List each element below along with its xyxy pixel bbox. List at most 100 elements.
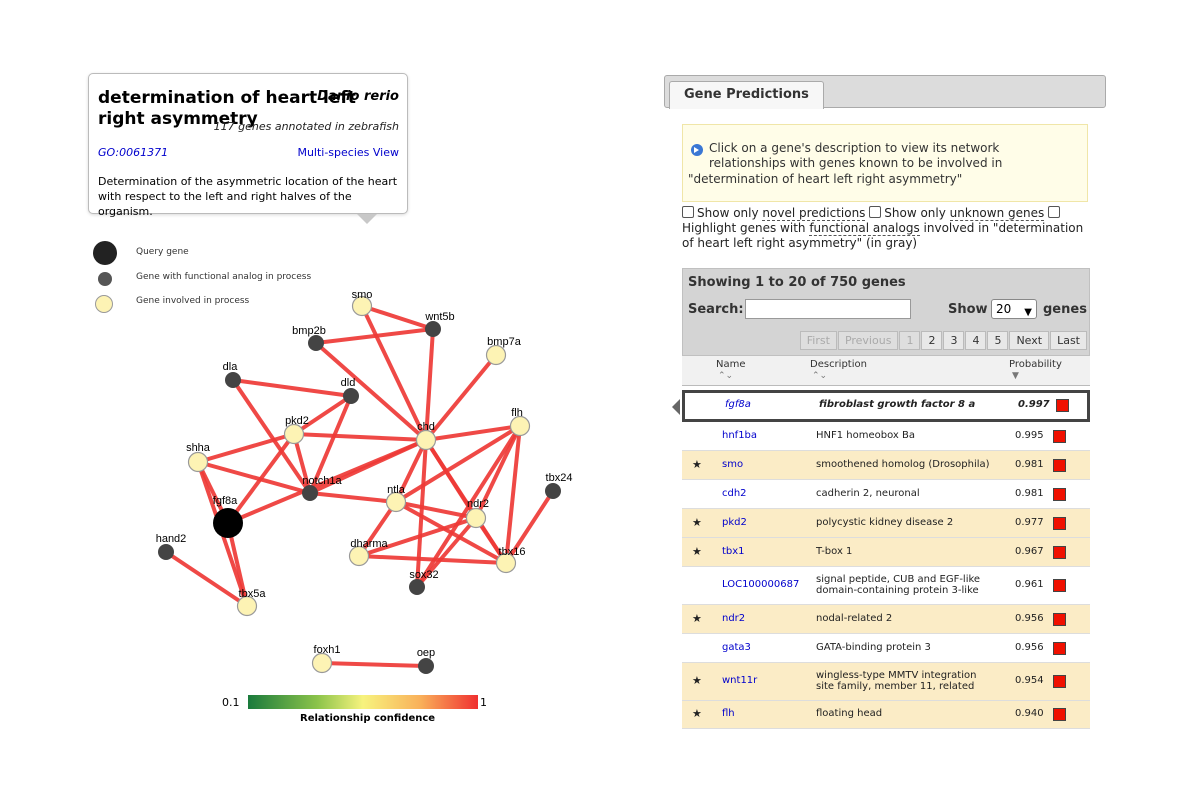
- gene-network[interactable]: smo wnt5b bmp2b bmp7a dla dld pkd2 chd flh shha no…: [140, 280, 580, 685]
- gene-description[interactable]: floating head: [816, 708, 996, 719]
- col-description[interactable]: Description: [810, 359, 867, 370]
- gene-name-link[interactable]: smo: [722, 459, 743, 470]
- col-probability[interactable]: Probability: [1009, 359, 1062, 370]
- gene-description[interactable]: wingless-type MMTV integration site fami…: [816, 670, 996, 692]
- gene-name-link[interactable]: gata3: [722, 642, 751, 653]
- page-3[interactable]: 3: [943, 331, 965, 350]
- gene-node-notch1a[interactable]: [302, 485, 318, 501]
- gene-node-tbx24[interactable]: [545, 483, 561, 499]
- gene-name-link[interactable]: tbx1: [722, 546, 745, 557]
- gene-label-dharma: dharma: [350, 538, 388, 550]
- table-row[interactable]: fgf8a fibroblast growth factor 8 a 0.997: [682, 390, 1090, 422]
- gene-description[interactable]: fibroblast growth factor 8 a: [819, 399, 999, 410]
- gene-node-dld[interactable]: [343, 388, 359, 404]
- table-row[interactable]: ★ ndr2 nodal-related 2 0.956: [682, 605, 1090, 634]
- probability-swatch: [1053, 641, 1066, 655]
- page-first[interactable]: First: [799, 331, 837, 350]
- network-edge[interactable]: [321, 661, 427, 668]
- page-last[interactable]: Last: [1050, 331, 1087, 350]
- network-edge[interactable]: [232, 378, 352, 398]
- table-row[interactable]: cdh2 cadherin 2, neuronal 0.981: [682, 480, 1090, 509]
- gene-name-link[interactable]: hnf1ba: [722, 430, 757, 441]
- network-edge[interactable]: [424, 353, 498, 442]
- page-2[interactable]: 2: [921, 331, 943, 350]
- table-row[interactable]: ★ flh floating head 0.940: [682, 701, 1090, 729]
- gene-description[interactable]: nodal-related 2: [816, 613, 996, 624]
- gene-description[interactable]: HNF1 homeobox Ba: [816, 430, 996, 441]
- species-name: Danio rerio: [317, 89, 399, 104]
- col-name[interactable]: Name: [716, 359, 746, 370]
- tab-gene-predictions[interactable]: Gene Predictions: [669, 81, 824, 109]
- multi-species-link[interactable]: Multi-species View: [297, 146, 399, 159]
- table-row[interactable]: ★ tbx1 T-box 1 0.967: [682, 538, 1090, 567]
- gene-probability: 0.961: [1015, 579, 1044, 590]
- highlight-analogs-checkbox[interactable]: [1048, 206, 1061, 218]
- gene-description[interactable]: smoothened homolog (Drosophila): [816, 459, 996, 470]
- analog-gene-swatch: [98, 272, 112, 286]
- gene-description[interactable]: signal peptide, CUB and EGF-like domain-…: [816, 574, 996, 596]
- gene-node-bmp7a[interactable]: [485, 344, 507, 366]
- gene-node-chd[interactable]: [415, 429, 437, 451]
- gene-node-wnt5b[interactable]: [425, 321, 441, 337]
- gene-name-link[interactable]: wnt11r: [722, 675, 757, 686]
- functional-analogs-link[interactable]: functional analogs: [809, 221, 920, 236]
- gene-name-link[interactable]: ndr2: [722, 613, 745, 624]
- probability-swatch: [1053, 516, 1066, 530]
- gene-node-sox32[interactable]: [409, 579, 425, 595]
- gene-name-link[interactable]: cdh2: [722, 488, 747, 499]
- gene-probability: 0.956: [1015, 641, 1044, 653]
- gene-node-flh[interactable]: [509, 415, 531, 437]
- table-row[interactable]: ★ smo smoothened homolog (Drosophila) 0.981: [682, 451, 1090, 480]
- table-row[interactable]: LOC100000687 signal peptide, CUB and EGF-…: [682, 567, 1090, 605]
- search-input[interactable]: [745, 299, 911, 319]
- gene-description[interactable]: T-box 1: [816, 546, 996, 557]
- sort-icon[interactable]: ⌃⌄: [718, 371, 733, 381]
- gene-node-bmp2b[interactable]: [308, 335, 324, 351]
- gene-node-oep[interactable]: [418, 658, 434, 674]
- table-row[interactable]: ★ pkd2 polycystic kidney disease 2 0.977: [682, 509, 1090, 538]
- info-process: "determination of heart left right asymm…: [688, 172, 963, 186]
- page-4[interactable]: 4: [965, 331, 987, 350]
- gene-node-shha[interactable]: [187, 451, 209, 473]
- scale-caption: Relationship confidence: [300, 713, 436, 724]
- gene-label-tbx24: tbx24: [546, 472, 573, 484]
- sort-icon[interactable]: ⌃⌄: [812, 371, 827, 381]
- network-edge[interactable]: [360, 305, 428, 441]
- gene-node-dla[interactable]: [225, 372, 241, 388]
- page-1[interactable]: 1: [899, 331, 921, 350]
- novel-predictions-link[interactable]: novel predictions: [762, 206, 866, 221]
- unknown-genes-link[interactable]: unknown genes: [949, 206, 1045, 221]
- gene-node-foxh1[interactable]: [311, 652, 333, 674]
- unknown-genes-checkbox[interactable]: [869, 206, 882, 218]
- go-id-link[interactable]: GO:0061371: [98, 146, 168, 159]
- novel-predictions-checkbox[interactable]: [682, 206, 694, 218]
- table-row[interactable]: ★ wnt11r wingless-type MMTV integration si…: [682, 663, 1090, 701]
- page-5[interactable]: 5: [987, 331, 1009, 350]
- gene-name-link[interactable]: pkd2: [722, 517, 747, 528]
- gene-node-fgf8a[interactable]: [213, 508, 243, 538]
- chevron-down-icon: ▼: [1024, 307, 1032, 318]
- table-row[interactable]: gata3 GATA-binding protein 3 0.956: [682, 634, 1090, 663]
- network-edge[interactable]: [309, 491, 397, 504]
- page-size-select[interactable]: 20 ▼: [991, 299, 1037, 319]
- gene-name-link[interactable]: fgf8a: [725, 399, 751, 410]
- gene-description[interactable]: cadherin 2, neuronal: [816, 488, 996, 499]
- gene-description[interactable]: GATA-binding protein 3: [816, 642, 996, 653]
- gene-name-link[interactable]: flh: [722, 708, 735, 719]
- showing-count: Showing 1 to 20 of 750 genes: [688, 275, 906, 290]
- gene-description[interactable]: polycystic kidney disease 2: [816, 517, 996, 528]
- gene-node-pkd2[interactable]: [283, 423, 305, 445]
- gene-name-link[interactable]: LOC100000687: [722, 579, 799, 590]
- probability-swatch: [1053, 429, 1066, 443]
- filter-options: Show only novel predictions Show only un…: [682, 206, 1092, 251]
- table-row[interactable]: hnf1ba HNF1 homeobox Ba 0.995: [682, 422, 1090, 451]
- gene-node-hand2[interactable]: [158, 544, 174, 560]
- gene-label-bmp7a: bmp7a: [487, 336, 522, 348]
- card-pointer: [357, 214, 377, 224]
- page-next[interactable]: Next: [1009, 331, 1050, 350]
- table-header: Name ⌃⌄ Description ⌃⌄ Probability ▼: [682, 356, 1090, 386]
- network-edge[interactable]: [293, 432, 427, 442]
- page-previous[interactable]: Previous: [837, 331, 899, 350]
- sort-desc-icon[interactable]: ▼: [1012, 371, 1019, 381]
- gene-node-ndr2[interactable]: [465, 507, 487, 529]
